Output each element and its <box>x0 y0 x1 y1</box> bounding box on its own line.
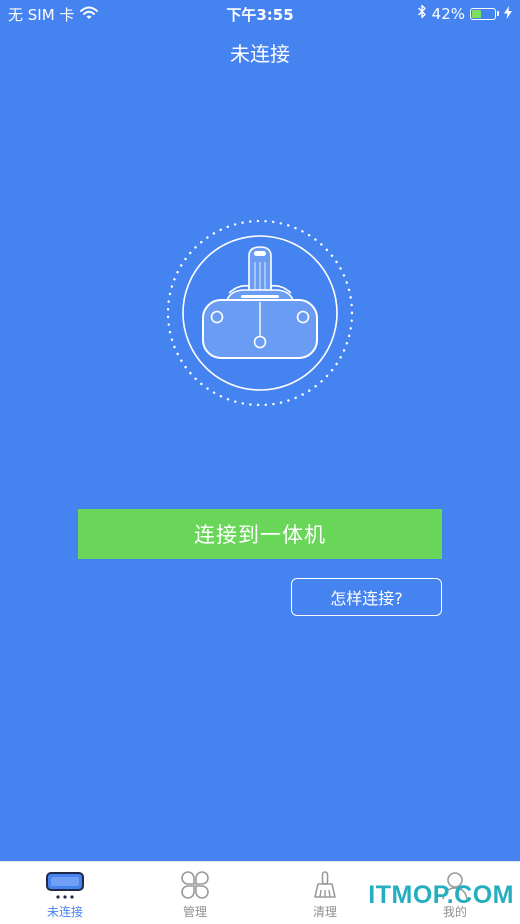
tab-mine[interactable]: 我的 <box>390 862 520 924</box>
clover-grid-icon <box>179 869 211 901</box>
battery-cap <box>497 11 499 16</box>
tab-manage[interactable]: 管理 <box>130 862 260 924</box>
user-icon <box>439 869 471 901</box>
tab-not-connected[interactable]: 未连接 <box>0 862 130 924</box>
tab-label: 未连接 <box>46 905 83 919</box>
battery-fill <box>472 9 481 18</box>
status-right: 42% <box>417 4 512 23</box>
vr-headset-icon <box>165 218 355 408</box>
tab-label: 清理 <box>312 905 337 919</box>
battery-icon <box>470 7 496 20</box>
tab-clean[interactable]: 清理 <box>260 862 390 924</box>
connect-to-device-button[interactable]: 连接到一体机 <box>78 509 442 559</box>
page-title: 未连接 <box>230 42 290 66</box>
tab-label: 我的 <box>442 905 467 919</box>
broom-icon <box>309 869 341 901</box>
tab-bar: 未连接 管理 清理 我的 <box>0 861 520 924</box>
battery-percent: 42% <box>431 4 465 23</box>
how-to-connect-button[interactable]: 怎样连接? <box>291 578 442 616</box>
status-bar: 无 SIM 卡 下午3:55 42% <box>0 0 520 28</box>
bluetooth-icon <box>417 4 427 23</box>
tab-label: 管理 <box>182 905 207 919</box>
vr-headset-icon <box>45 869 85 901</box>
charging-bolt-icon <box>504 5 512 23</box>
